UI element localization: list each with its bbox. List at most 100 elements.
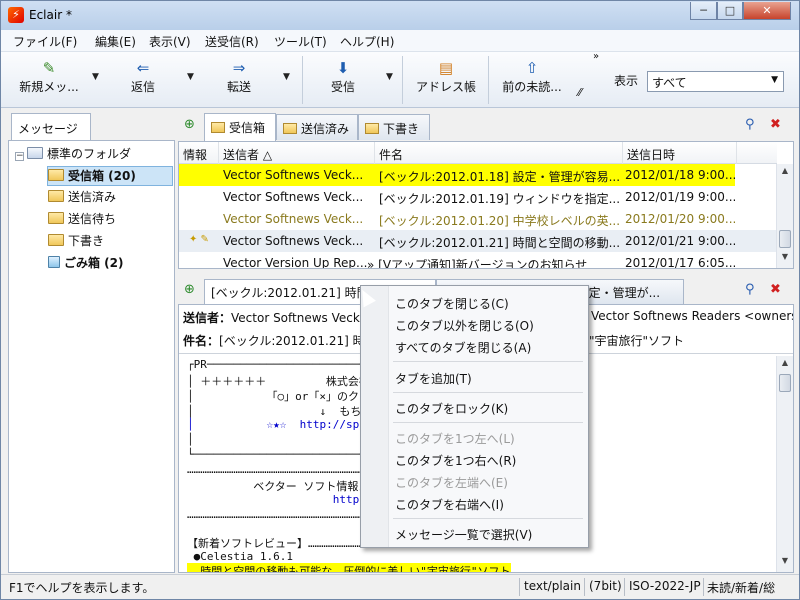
new-message-dropdown[interactable]: ▼ [92, 72, 99, 82]
reply-dropdown[interactable]: ▼ [187, 72, 194, 82]
message-list: 情報 送信者 △ 件名 送信日時 Vector Softnews Veck...… [178, 141, 794, 269]
menu-item-close-all-tabs[interactable]: すべてのタブを閉じる(A) [395, 339, 531, 356]
new-message-button[interactable]: ✎ 新規メッ... [11, 56, 87, 104]
status-divider [703, 578, 704, 596]
menu-separator [393, 518, 583, 519]
scroll-thumb[interactable] [779, 230, 791, 248]
menu-help[interactable]: ヘルプ(H) [340, 33, 394, 50]
tree-item-standard-folders[interactable]: − 標準のフォルダ [15, 145, 131, 165]
subject-value: [ベックル:2012.01.21] 時 [219, 334, 365, 348]
close-tab-icon[interactable]: ✖ [770, 282, 781, 297]
close-tab-icon[interactable]: ✖ [770, 117, 781, 132]
reply-button[interactable]: ⇐ 返信 [113, 56, 173, 104]
prev-unread-button[interactable]: ⇧ 前の未読... [496, 56, 568, 104]
row-subject: [ベックル:2012.01.21] 時間と空間の移動... [379, 236, 621, 250]
body-link[interactable]: │ ☆★☆ http://spj.c [187, 418, 379, 431]
forward-dropdown[interactable]: ▼ [283, 72, 290, 82]
menu-item-move-left: このタブを1つ左へ(L) [395, 432, 515, 446]
receive-icon: ⬇ [336, 59, 350, 77]
table-row[interactable]: Vector Softnews Veck... [ベックル:2012.01.19… [179, 186, 777, 208]
receive-button[interactable]: ⬇ 受信 [313, 56, 373, 104]
table-row[interactable]: Vector Softnews Veck... [ベックル:2012.01.20… [179, 208, 777, 230]
table-row[interactable]: ✦ ✎ Vector Softnews Veck... [ベックル:2012.0… [179, 230, 777, 252]
menu-bar: ファイル(F) 編集(E) 表示(V) 送受信(R) ツール(T) ヘルプ(H) [1, 30, 799, 52]
receive-dropdown[interactable]: ▼ [386, 72, 393, 82]
menu-edit[interactable]: 編集(E) [95, 33, 136, 50]
search-icon[interactable]: ⚲ [745, 117, 755, 132]
prev-unread-icon: ⇧ [525, 59, 539, 77]
tab-inbox[interactable]: 受信箱 [204, 113, 276, 141]
tab-messages[interactable]: メッセージ [11, 113, 91, 140]
column-date[interactable]: 送信日時 [623, 142, 737, 164]
menu-item-close-other-tabs[interactable]: このタブ以外を閉じる(O) [395, 317, 534, 334]
menu-item-add-tab[interactable]: タブを追加(T) [395, 370, 472, 387]
tree-item-inbox[interactable]: 受信箱 (20) [47, 166, 173, 186]
search-icon[interactable]: ⚲ [745, 282, 755, 297]
column-subject[interactable]: 件名 [375, 142, 623, 164]
row-date: 2012/01/21 9:00... [625, 234, 735, 248]
close-button[interactable]: ✕ [743, 2, 791, 20]
preview-from: 送信者：Vector Softnews Veck [183, 309, 360, 326]
row-date: 2012/01/18 9:00... [625, 168, 735, 182]
chevron-down-icon: ▼ [771, 75, 778, 85]
tab-sent[interactable]: 送信済み [276, 114, 358, 140]
toolbar-separator [302, 56, 303, 104]
row-subject: » [Vアップ通知]新バージョンのお知らせ [367, 258, 588, 269]
main-window: ⚡ Eclair * ─ □ ✕ ファイル(F) 編集(E) 表示(V) 送受信… [0, 0, 800, 600]
minimize-button[interactable]: ─ [690, 2, 717, 20]
tree-item-drafts[interactable]: 下書き [48, 232, 104, 252]
tab-context-menu: このタブを閉じる(C) このタブ以外を閉じる(O) すべてのタブを閉じる(A) … [360, 285, 589, 548]
tab-drafts[interactable]: 下書き [358, 114, 430, 140]
table-row[interactable]: Vector Version Up Rep... » [Vアップ通知]新バージョ… [179, 252, 777, 269]
from-label: 送信者： [183, 311, 232, 325]
scroll-down-icon[interactable]: ▼ [779, 252, 791, 266]
menu-tools[interactable]: ツール(T) [274, 33, 327, 50]
collapse-icon[interactable]: − [15, 152, 24, 161]
add-tab-icon[interactable]: ⊕ [184, 117, 195, 132]
column-sender[interactable]: 送信者 △ [219, 142, 375, 164]
menu-view[interactable]: 表示(V) [149, 33, 191, 50]
scroll-up-icon[interactable]: ▲ [779, 358, 791, 372]
add-tab-icon[interactable]: ⊕ [184, 282, 195, 297]
menu-file[interactable]: ファイル(F) [13, 33, 77, 50]
trash-icon [48, 256, 60, 268]
view-filter-label: 表示 [614, 74, 639, 88]
body-line: │ △ [187, 433, 380, 446]
tree-item-outbox[interactable]: 送信待ち [48, 210, 116, 230]
scroll-up-icon[interactable]: ▲ [779, 166, 791, 180]
tree-item-sent[interactable]: 送信済み [48, 188, 116, 208]
folder-panel: メッセージ − 標準のフォルダ 受信箱 (20) 送信済み 送信待ち 下書き ごみ… [8, 113, 175, 573]
menu-send-receive[interactable]: 送受信(R) [205, 33, 259, 50]
menu-item-close-tab[interactable]: このタブを閉じる(C) [395, 295, 509, 312]
view-filter-select[interactable]: すべて ▼ [647, 71, 784, 92]
toolbar-overflow-icon[interactable]: » [593, 51, 599, 62]
menu-item-move-rightmost[interactable]: このタブを右端へ(I) [395, 496, 504, 513]
message-list-scrollbar[interactable]: ▲ ▼ [776, 164, 793, 268]
status-charset: ISO-2022-JP [629, 579, 701, 593]
menu-item-select-in-list[interactable]: メッセージ一覧で選択(V) [395, 526, 532, 543]
body-line: ●Celestia 1.6.1 [187, 550, 293, 563]
menu-item-move-right[interactable]: このタブを1つ右へ(R) [395, 452, 516, 469]
forward-button[interactable]: ⇒ 転送 [209, 56, 269, 104]
pencil-icon: ✎ [42, 59, 56, 77]
from-value: Vector Softnews Veck [231, 311, 360, 325]
preview-subject: 件名：[ベックル:2012.01.21] 時 [183, 332, 365, 349]
toolbar-more-icon[interactable]: ⁄⁄ [578, 86, 582, 99]
sent-folder-icon [48, 190, 64, 202]
body-line: │ ＋＋＋＋＋＋ 株式会社YU [187, 375, 384, 388]
tree-item-trash[interactable]: ごみ箱 (2) [48, 254, 124, 274]
column-info[interactable]: 情報 [179, 142, 219, 164]
menu-separator [393, 361, 583, 362]
scroll-down-icon[interactable]: ▼ [779, 556, 791, 570]
address-book-button[interactable]: ▤ アドレス帳 [411, 56, 481, 104]
maximize-button[interactable]: □ [717, 2, 743, 20]
table-row[interactable]: Vector Softnews Veck... [ベックル:2012.01.18… [179, 164, 777, 186]
body-line: │ ↓ もち [187, 405, 362, 418]
scroll-thumb[interactable] [779, 374, 791, 392]
message-list-header: 情報 送信者 △ 件名 送信日時 [179, 142, 777, 164]
row-subject: [ベックル:2012.01.18] 設定・管理が容易... [379, 170, 621, 184]
menu-separator [393, 392, 583, 393]
menu-item-lock-tab[interactable]: このタブをロック(K) [395, 400, 508, 417]
preview-scrollbar[interactable]: ▲ ▼ [776, 356, 793, 572]
body-link[interactable]: http [187, 493, 360, 506]
